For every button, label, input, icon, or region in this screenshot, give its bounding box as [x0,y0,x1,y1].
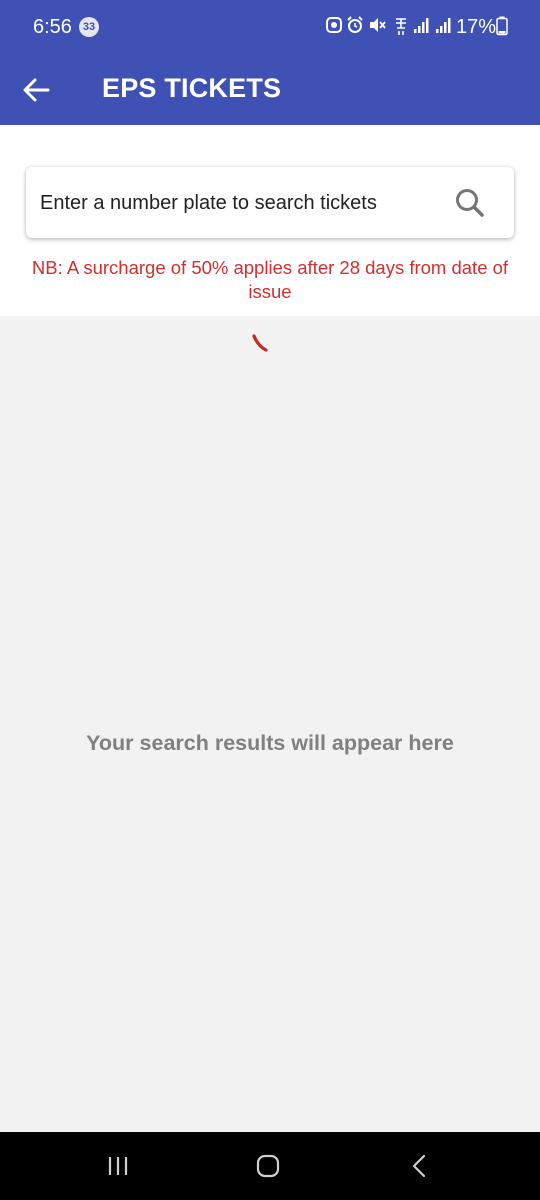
whatsapp-icon [325,16,345,38]
mute-icon [368,16,388,38]
signal-icon [435,16,455,38]
arrow-left-icon [23,78,50,102]
number-plate-search-input[interactable] [40,183,440,223]
search-icon [456,189,484,217]
system-back-button[interactable] [398,1146,442,1186]
search-button[interactable] [450,183,490,223]
alarm-icon [346,16,366,38]
battery-percent: 17% [456,16,497,38]
battery-icon [496,16,516,38]
screen: 6:56 33 17% EPS TICKETS Enter a number p… [0,0,540,1200]
status-bar: 6:56 33 17% [0,0,540,54]
home-button[interactable] [246,1146,290,1186]
loading-spinner-icon [252,334,268,352]
app-bar: EPS TICKETS [0,54,540,125]
notification-count-badge: 33 [79,17,99,37]
back-button[interactable] [14,68,58,112]
status-time: 6:56 [33,16,72,38]
recents-button[interactable] [96,1146,140,1186]
signal-icon [413,16,433,38]
search-results-area: Your search results will appear here [0,316,540,1132]
wifi-calling-icon [393,16,413,38]
search-area: NB: A surcharge of 50% applies after 28 … [0,125,540,316]
page-title: EPS TICKETS [102,73,282,103]
home-icon [256,1154,280,1178]
back-icon [412,1154,426,1178]
empty-results-message: Your search results will appear here [86,731,454,755]
search-card [26,167,514,238]
surcharge-notice: NB: A surcharge of 50% applies after 28 … [31,257,509,302]
recents-icon [108,1157,128,1175]
system-navigation-bar [0,1132,540,1200]
